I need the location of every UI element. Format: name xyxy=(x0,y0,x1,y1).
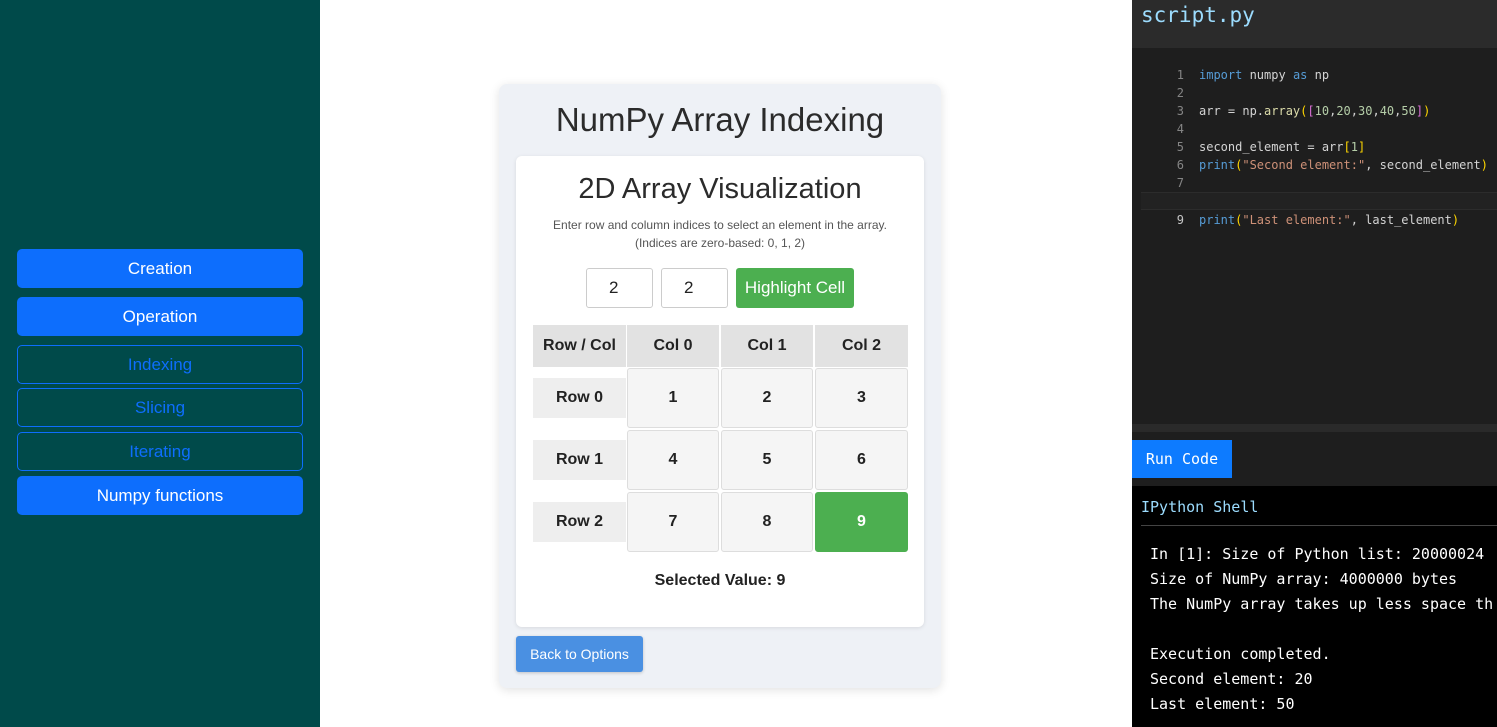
col-header-2: Col 2 xyxy=(815,325,908,367)
col-index-input[interactable] xyxy=(661,268,728,308)
shell-output-line: Size of NumPy array: 4000000 bytes xyxy=(1150,570,1458,588)
array-cell-1-2[interactable]: 6 xyxy=(815,430,908,490)
code-line-9-active: 9 print("Last element:", last_element) xyxy=(1141,192,1497,227)
shell-output-line: Last element: 50 xyxy=(1150,695,1295,713)
code-line-7: 7 xyxy=(1141,156,1497,190)
code-panel: script.py 1 import numpy as np 2 3 arr = n… xyxy=(1132,0,1497,727)
nav-iterating-button[interactable]: Iterating xyxy=(17,432,303,471)
array-cell-0-1[interactable]: 2 xyxy=(721,368,813,428)
editor-header: script.py xyxy=(1132,0,1497,48)
sidebar: Creation Operation Indexing Slicing Iter… xyxy=(0,0,320,727)
corner-header: Row / Col xyxy=(533,325,626,367)
run-code-button[interactable]: Run Code xyxy=(1132,440,1232,478)
code-line-8: 8last_element = arr[-1] xyxy=(1141,174,1497,208)
array-cell-0-2[interactable]: 3 xyxy=(815,368,908,428)
panel-title: 2D Array Visualization xyxy=(578,173,862,205)
code-line-3: 3 arr = np.array([10,20,30,40,50]) xyxy=(1141,84,1497,118)
selected-value-text: Selected Value: 9 xyxy=(654,572,786,589)
code-line-5: 5 second_element = arr[1] xyxy=(1141,120,1497,154)
code-line-6: 6 print("Second element:", second_element… xyxy=(1141,138,1497,172)
nav-indexing-button[interactable]: Indexing xyxy=(17,345,303,384)
code-line-2: 2 xyxy=(1141,66,1497,100)
instructions-text: Enter row and column indices to select a… xyxy=(553,218,887,232)
array-cell-1-1[interactable]: 5 xyxy=(721,430,813,490)
col-header-1: Col 1 xyxy=(721,325,813,367)
nav-numpy-functions-button[interactable]: Numpy functions xyxy=(17,476,303,515)
array-cell-0-0[interactable]: 1 xyxy=(627,368,719,428)
ipython-shell: IPython Shell In [1]: Size of Python lis… xyxy=(1132,486,1497,727)
row-index-input[interactable] xyxy=(586,268,653,308)
indexing-card: NumPy Array Indexing 2D Array Visualizat… xyxy=(499,84,941,688)
page-title: NumPy Array Indexing xyxy=(555,101,885,138)
array-cell-2-2-highlighted[interactable]: 9 xyxy=(815,492,908,552)
back-to-options-button[interactable]: Back to Options xyxy=(516,636,643,672)
shell-output-line: Execution completed. xyxy=(1150,645,1331,663)
panel-divider[interactable] xyxy=(1132,424,1497,432)
array-visualization-panel: 2D Array Visualization Enter row and col… xyxy=(516,156,924,627)
line-number: 9 xyxy=(1176,213,1184,227)
indices-note: (Indices are zero-based: 0, 1, 2) xyxy=(634,236,806,250)
code-line-1: 1 import numpy as np xyxy=(1141,48,1497,82)
array-cell-2-0[interactable]: 7 xyxy=(627,492,719,552)
shell-output-line: In [1]: Size of Python list: 20000024 xyxy=(1150,545,1485,563)
row-header-2: Row 2 xyxy=(533,502,626,542)
row-header-0: Row 0 xyxy=(533,378,626,418)
shell-output-line: Second element: 20 xyxy=(1150,670,1313,688)
nav-slicing-button[interactable]: Slicing xyxy=(17,388,303,427)
code-editor[interactable]: 1 import numpy as np 2 3 arr = np.array([1… xyxy=(1141,48,1497,424)
array-cell-1-0[interactable]: 4 xyxy=(627,430,719,490)
code-line-4: 4 xyxy=(1141,102,1497,136)
col-header-0: Col 0 xyxy=(627,325,719,367)
shell-title: IPython Shell xyxy=(1141,498,1259,516)
nav-creation-button[interactable]: Creation xyxy=(17,249,303,288)
shell-divider xyxy=(1141,525,1497,526)
nav-operation-button[interactable]: Operation xyxy=(17,297,303,336)
array-cell-2-1[interactable]: 8 xyxy=(721,492,813,552)
highlight-cell-button[interactable]: Highlight Cell xyxy=(736,268,854,308)
row-header-1: Row 1 xyxy=(533,440,626,480)
file-name-tab[interactable]: script.py xyxy=(1141,3,1255,27)
shell-output-line: The NumPy array takes up less space th xyxy=(1150,595,1494,613)
